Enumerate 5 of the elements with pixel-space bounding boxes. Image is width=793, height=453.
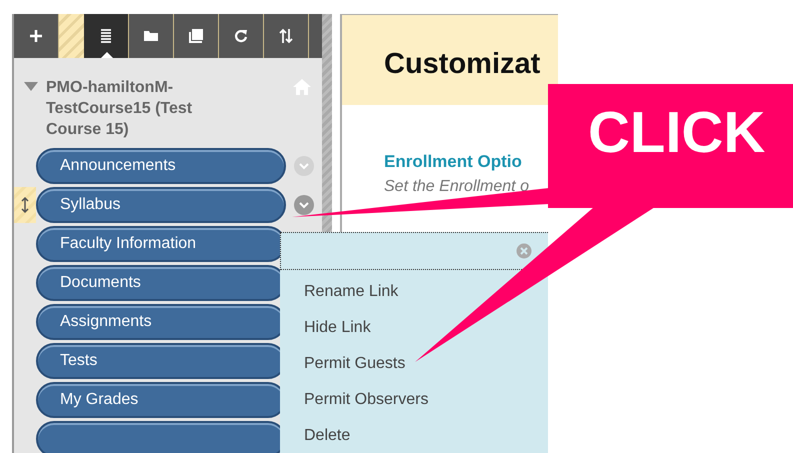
course-title: PMO-hamiltonM-TestCourse15 (Test Course 15) xyxy=(46,78,194,140)
section-description: Set the Enrollment o xyxy=(384,176,530,196)
page-title: Customizat xyxy=(342,15,558,105)
callout-label: CLICK xyxy=(588,104,766,162)
section-heading: Enrollment Optio xyxy=(384,151,523,173)
